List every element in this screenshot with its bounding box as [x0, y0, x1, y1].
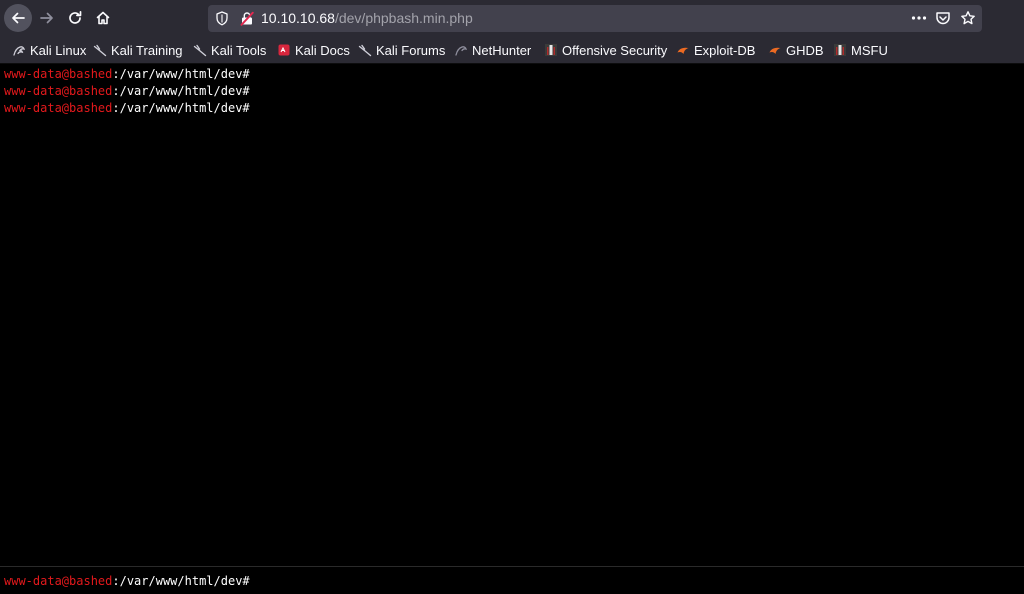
terminal-line: www-data@bashed:/var/www/html/dev# — [4, 66, 250, 82]
bookmark-kali-docs[interactable]: Kali Docs — [277, 42, 350, 58]
bookmark-label: Offensive Security — [562, 42, 668, 58]
prompt-user: www-data@bashed — [4, 84, 113, 98]
reload-button[interactable] — [61, 4, 89, 32]
forward-arrow-icon — [40, 12, 53, 24]
bookmark-nethunter[interactable]: NetHunter — [454, 42, 531, 58]
exploitdb-icon — [676, 43, 690, 57]
input-prompt: www-data@bashed:/var/www/html/dev# — [4, 573, 250, 589]
bookmark-label: Kali Docs — [295, 42, 350, 58]
bookmark-kali-tools[interactable]: Kali Tools — [193, 42, 266, 58]
bookmark-ghdb[interactable]: GHDB — [768, 42, 824, 58]
kali-dragon-icon — [358, 43, 372, 57]
bookmark-label: Kali Training — [111, 42, 183, 58]
bookmark-label: NetHunter — [472, 42, 532, 58]
prompt-path: :/var/www/html/dev# — [112, 574, 250, 588]
command-input[interactable] — [262, 571, 1012, 591]
exploitdb-icon — [768, 43, 782, 57]
bookmark-label: MSFU — [851, 42, 888, 58]
url-path: /dev/phpbash.min.php — [334, 10, 473, 26]
prompt-user: www-data@bashed — [4, 574, 113, 588]
prompt-user: www-data@bashed — [4, 67, 113, 81]
tracking-shield-icon[interactable] — [215, 11, 229, 26]
url-host: 10.10.10.68 — [261, 10, 335, 26]
back-arrow-icon — [12, 12, 25, 24]
bookmark-kali-training[interactable]: Kali Training — [93, 42, 183, 58]
kali-dragon-icon — [93, 43, 107, 57]
bookmark-kali-linux[interactable]: Kali Linux — [12, 42, 86, 58]
home-icon — [96, 11, 110, 25]
pocket-icon[interactable] — [935, 10, 951, 26]
bookmark-label: GHDB — [786, 42, 824, 58]
prompt-user: www-data@bashed — [4, 101, 113, 115]
kali-dragon-icon — [193, 43, 207, 57]
bookmark-label: Kali Tools — [211, 42, 267, 58]
back-button[interactable] — [4, 4, 32, 32]
forward-button[interactable] — [33, 4, 61, 32]
home-button[interactable] — [89, 4, 117, 32]
offsec-icon — [833, 43, 847, 57]
kali-docs-icon — [277, 43, 291, 57]
url-bar[interactable]: 10.10.10.68/dev/phpbash.min.php — [208, 5, 982, 32]
url-text[interactable]: 10.10.10.68/dev/phpbash.min.php — [261, 10, 473, 27]
terminal-line: www-data@bashed:/var/www/html/dev# — [4, 100, 250, 116]
bookmark-label: Kali Forums — [376, 42, 446, 58]
command-input-area[interactable]: www-data@bashed:/var/www/html/dev# — [0, 567, 1024, 594]
terminal-output: www-data@bashed:/var/www/html/dev# www-d… — [0, 64, 1024, 594]
prompt-path: :/var/www/html/dev# — [112, 67, 250, 81]
bookmark-label: Kali Linux — [30, 42, 87, 58]
page-actions-menu-icon[interactable] — [911, 9, 927, 27]
offsec-icon — [544, 43, 558, 57]
bookmark-label: Exploit-DB — [694, 42, 756, 58]
bookmark-msfu[interactable]: MSFU — [833, 42, 888, 58]
kali-dragon-icon — [12, 43, 26, 57]
prompt-path: :/var/www/html/dev# — [112, 101, 250, 115]
reload-icon — [69, 10, 82, 24]
navigation-toolbar: 10.10.10.68/dev/phpbash.min.php — [0, 0, 1024, 37]
insecure-lock-icon[interactable] — [240, 11, 254, 26]
prompt-path: :/var/www/html/dev# — [112, 84, 250, 98]
bookmark-offensive-security[interactable]: Offensive Security — [544, 42, 667, 58]
bookmark-kali-forums[interactable]: Kali Forums — [358, 42, 445, 58]
bookmark-star-icon[interactable] — [960, 10, 976, 26]
browser-window: 10.10.10.68/dev/phpbash.min.php Kali Lin… — [0, 0, 1024, 594]
nethunter-icon — [454, 43, 468, 57]
terminal-line: www-data@bashed:/var/www/html/dev# — [4, 83, 250, 99]
bookmarks-toolbar: Kali Linux Kali Training Kali Tools Kali… — [0, 37, 1024, 64]
bookmark-exploit-db[interactable]: Exploit-DB — [676, 42, 755, 58]
